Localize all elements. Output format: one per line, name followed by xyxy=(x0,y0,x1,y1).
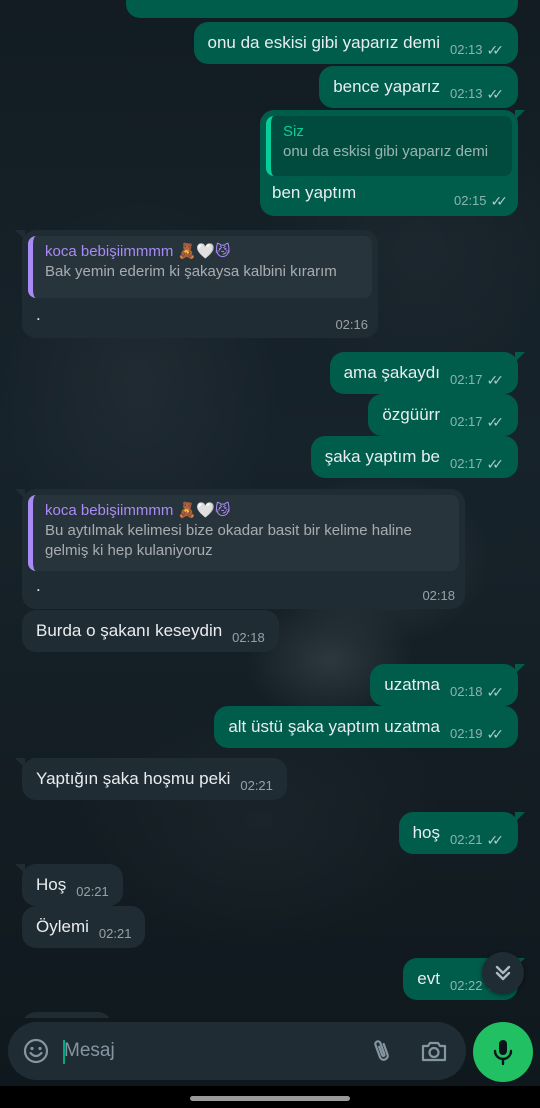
reply-body: . 02:18 xyxy=(28,571,459,605)
message-time: 02:21 xyxy=(240,778,273,793)
message-text: özgüürr xyxy=(382,405,440,424)
message-meta: 02:21 ✓✓ xyxy=(450,829,504,851)
message-meta: 02:18 xyxy=(232,627,265,649)
microphone-icon xyxy=(493,1040,513,1066)
message-bubble[interactable]: bence yaparız 02:13 ✓✓ xyxy=(319,66,518,108)
reply-message-bubble[interactable]: Siz onu da eskisi gibi yaparız demi ben … xyxy=(260,110,525,216)
message-bubble[interactable]: Yaptığın şaka hoşmu peki 02:21 xyxy=(15,758,287,800)
message-time: 02:17 xyxy=(449,372,483,387)
message-bubble-partial xyxy=(126,0,518,18)
message-meta: 02:17 ✓✓ xyxy=(450,369,504,391)
message-time: 02:15 xyxy=(453,193,487,208)
message-bubble[interactable]: özgüürr 02:17 ✓✓ xyxy=(368,394,518,436)
message-meta: 02:13 ✓✓ xyxy=(450,83,504,105)
message-text: alt üstü şaka yaptım uzatma xyxy=(228,717,440,736)
reply-message-bubble[interactable]: koca bebişiimmmm 🧸🤍😼 Bak yemin ederim ki… xyxy=(15,230,378,338)
message-time: 02:17 xyxy=(449,414,483,429)
double-check-icon: ✓✓ xyxy=(486,456,505,472)
message-meta: 02:18 xyxy=(422,585,455,607)
message-input[interactable] xyxy=(64,1031,370,1071)
message-bubble[interactable]: hoş 02:21 ✓✓ xyxy=(398,812,526,854)
message-bubble[interactable]: Hoş 02:21 xyxy=(15,864,123,906)
quoted-text: onu da eskisi gibi yaparız demi xyxy=(283,143,489,160)
message-text: Hoş xyxy=(36,875,67,894)
message-text: . xyxy=(36,576,41,595)
message-time: 02:21 xyxy=(449,832,483,847)
message-time: 02:19 xyxy=(449,726,483,741)
message-bubble-partial xyxy=(22,1012,112,1018)
double-chevron-down-icon xyxy=(495,965,511,981)
text-cursor xyxy=(63,1040,65,1064)
message-bubble[interactable]: onu da eskisi gibi yaparız demi 02:13 ✓✓ xyxy=(193,22,518,64)
message-bubble[interactable]: Burda o şakanı keseydin 02:18 xyxy=(22,610,279,652)
message-time: 02:16 xyxy=(335,317,368,332)
double-check-icon: ✓✓ xyxy=(486,684,505,700)
double-check-icon: ✓✓ xyxy=(490,193,509,209)
message-text: onu da eskisi gibi yaparız demi xyxy=(207,33,440,52)
double-check-icon: ✓✓ xyxy=(486,86,505,102)
quoted-author: Siz xyxy=(283,123,304,140)
message-meta: 02:17 ✓✓ xyxy=(450,411,504,433)
message-meta: 02:21 xyxy=(76,881,109,903)
double-check-icon: ✓✓ xyxy=(486,832,505,848)
double-check-icon: ✓✓ xyxy=(486,372,505,388)
emoji-icon xyxy=(23,1038,49,1064)
message-text: uzatma xyxy=(384,675,440,694)
message-meta: 02:13 ✓✓ xyxy=(450,39,504,61)
message-time: 02:21 xyxy=(98,926,132,941)
quoted-message[interactable]: koca bebişiimmmm 🧸🤍😼 Bu aytılmak kelimes… xyxy=(28,495,459,571)
double-check-icon: ✓✓ xyxy=(486,42,505,58)
emoji-button[interactable] xyxy=(22,1037,50,1065)
scroll-to-bottom-button[interactable] xyxy=(482,952,524,994)
voice-message-button[interactable] xyxy=(473,1022,533,1082)
message-bubble[interactable]: Öylemi 02:21 xyxy=(22,906,146,948)
message-composer xyxy=(8,1022,466,1080)
message-meta: 02:18 ✓✓ xyxy=(450,681,504,703)
camera-button[interactable] xyxy=(420,1038,448,1064)
reply-message-bubble[interactable]: koca bebişiimmmm 🧸🤍😼 Bu aytılmak kelimes… xyxy=(15,489,465,609)
message-time: 02:13 xyxy=(449,42,483,57)
camera-icon xyxy=(421,1041,447,1062)
message-text: Öylemi xyxy=(36,917,89,936)
message-text: . xyxy=(36,305,41,324)
quoted-text: Bak yemin ederim ki şakaysa kalbini kıra… xyxy=(45,263,337,280)
message-text: Yaptığın şaka hoşmu peki xyxy=(36,769,231,788)
message-time: 02:13 xyxy=(449,86,483,101)
reply-body: ben yaptım 02:15 ✓✓ xyxy=(266,176,512,210)
message-bubble[interactable]: şaka yaptım be 02:17 ✓✓ xyxy=(310,436,518,478)
message-text: şaka yaptım be xyxy=(324,447,440,466)
message-meta: 02:15 ✓✓ xyxy=(454,190,508,212)
message-text: bence yaparız xyxy=(333,77,440,96)
message-time: 02:21 xyxy=(76,884,109,899)
paperclip-icon xyxy=(374,1040,389,1061)
home-gesture-handle[interactable] xyxy=(190,1096,350,1101)
quoted-text: Bu aytılmak kelimesi bize okadar basit b… xyxy=(45,522,412,559)
message-meta: 02:21 xyxy=(99,923,132,945)
message-time: 02:22 xyxy=(449,978,483,993)
message-time: 02:18 xyxy=(422,588,455,603)
message-text: ama şakaydı xyxy=(343,363,440,382)
message-text: Burda o şakanı keseydin xyxy=(36,621,223,640)
double-check-icon: ✓✓ xyxy=(486,414,505,430)
attach-button[interactable] xyxy=(370,1037,394,1065)
message-meta: 02:17 ✓✓ xyxy=(450,453,504,475)
double-check-icon: ✓✓ xyxy=(486,726,505,742)
quoted-author: koca bebişiimmmm 🧸🤍😼 xyxy=(45,502,231,519)
message-meta: 02:19 ✓✓ xyxy=(450,723,504,745)
message-text: evt xyxy=(417,969,440,988)
message-bubble[interactable]: alt üstü şaka yaptım uzatma 02:19 ✓✓ xyxy=(214,706,518,748)
message-meta: 02:21 xyxy=(240,775,273,797)
message-bubble[interactable]: uzatma 02:18 ✓✓ xyxy=(370,664,525,706)
message-time: 02:18 xyxy=(449,684,483,699)
quoted-author: koca bebişiimmmm 🧸🤍😼 xyxy=(45,243,231,260)
message-text: hoş xyxy=(412,823,440,842)
message-bubble[interactable]: ama şakaydı 02:17 ✓✓ xyxy=(329,352,526,394)
message-time: 02:17 xyxy=(449,456,483,471)
message-time: 02:18 xyxy=(232,630,265,645)
quoted-message[interactable]: koca bebişiimmmm 🧸🤍😼 Bak yemin ederim ki… xyxy=(28,236,372,298)
reply-body: . 02:16 xyxy=(28,298,372,334)
message-list[interactable]: onu da eskisi gibi yaparız demi 02:13 ✓✓… xyxy=(0,0,540,1018)
quoted-message[interactable]: Siz onu da eskisi gibi yaparız demi xyxy=(266,116,512,176)
message-meta: 02:16 xyxy=(335,314,368,336)
